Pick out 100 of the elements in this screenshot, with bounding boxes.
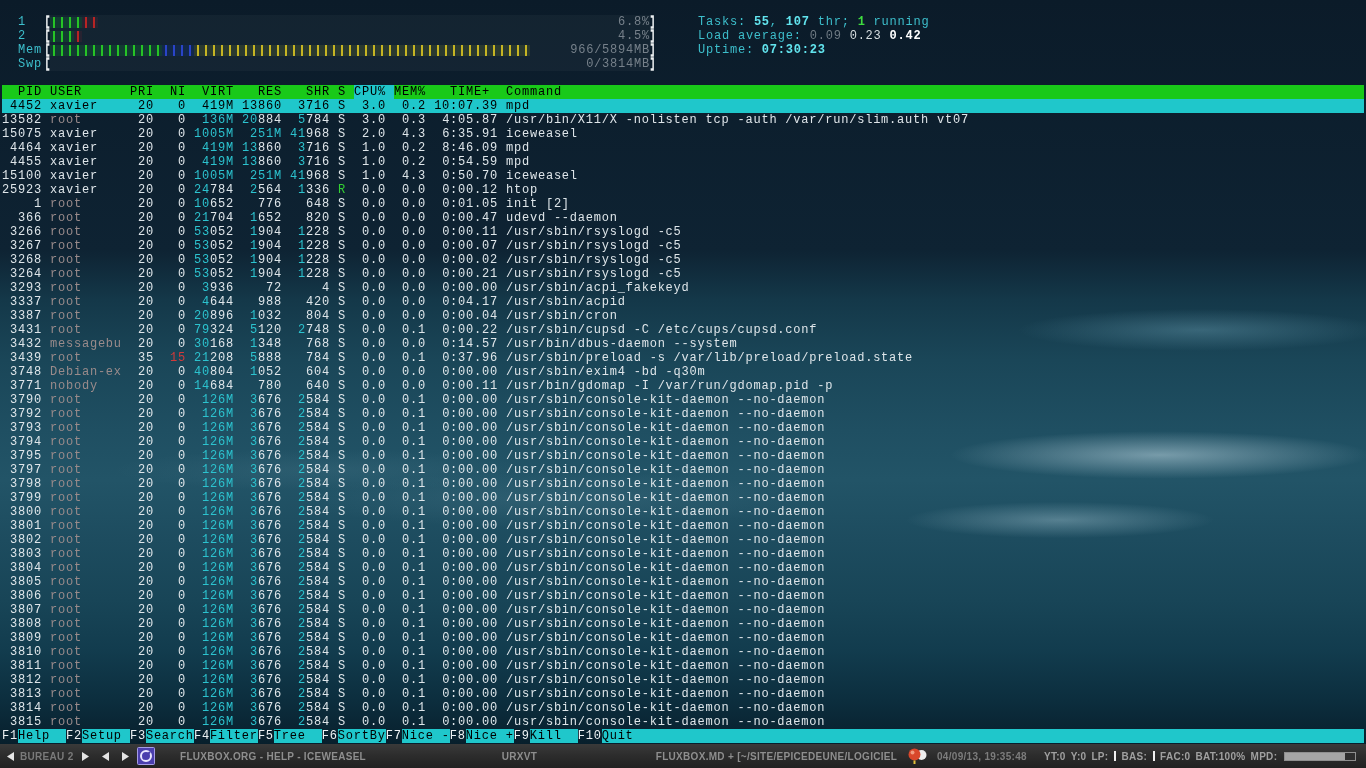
process-row[interactable]: 15100 xavier 20 0 1005M 251M 41968 S 1.0 4.3 0:50.70 iceweasel bbox=[2, 169, 1364, 183]
process-row[interactable]: 3748 Debian-ex 20 0 40804 1052 604 S 0.0 0.0 0:00.00 /usr/sbin/exim4 -bd -q30m bbox=[2, 365, 1364, 379]
column-header[interactable]: USER bbox=[50, 85, 122, 99]
state-cell: S bbox=[338, 715, 346, 729]
process-row[interactable]: 3799 root 20 0 126M 3676 2584 S 0.0 0.1 0:00.00 /usr/sbin/console-kit-daemon --no-daemon bbox=[2, 491, 1364, 505]
process-row[interactable]: 3790 root 20 0 126M 3676 2584 S 0.0 0.1 0:00.00 /usr/sbin/console-kit-daemon --no-daemon bbox=[2, 393, 1364, 407]
virtual-memory-cell-text: 126M bbox=[201, 645, 234, 659]
process-row[interactable]: 4452 xavier 20 0 419M 13860 3716 S 3.0 0.2 10:07.39 mpd bbox=[2, 99, 1364, 113]
process-row[interactable]: 3293 root 20 0 3936 72 4 S 0.0 0.0 0:00.00 /usr/sbin/acpi_fakekeyd bbox=[2, 281, 1364, 295]
function-key-button[interactable]: Help bbox=[17, 729, 66, 743]
function-key-button[interactable]: Setup bbox=[81, 729, 130, 743]
resident-memory-cell-text: 251M bbox=[249, 127, 282, 141]
function-key-button[interactable]: SortBy bbox=[337, 729, 386, 743]
process-row[interactable]: 3387 root 20 0 20896 1032 804 S 0.0 0.0 0:00.04 /usr/sbin/cron bbox=[2, 309, 1364, 323]
process-row[interactable]: 3807 root 20 0 126M 3676 2584 S 0.0 0.1 0:00.00 /usr/sbin/console-kit-daemon --no-daemon bbox=[2, 603, 1364, 617]
process-row[interactable]: 3812 root 20 0 126M 3676 2584 S 0.0 0.1 0:00.00 /usr/sbin/console-kit-daemon --no-daemon bbox=[2, 673, 1364, 687]
column-header[interactable]: VIRT bbox=[194, 85, 234, 99]
pid-cell-text: 4455 bbox=[9, 155, 42, 169]
process-row[interactable]: 3814 root 20 0 126M 3676 2584 S 0.0 0.1 0:00.00 /usr/sbin/console-kit-daemon --no-daemon bbox=[2, 701, 1364, 715]
column-header[interactable]: CPU% bbox=[354, 85, 394, 99]
right-arrow-icon[interactable] bbox=[81, 751, 89, 761]
function-key-button[interactable]: Search bbox=[145, 729, 194, 743]
process-row[interactable]: 3793 root 20 0 126M 3676 2584 S 0.0 0.1 0:00.00 /usr/sbin/console-kit-daemon --no-daemon bbox=[2, 421, 1364, 435]
state-cell: S bbox=[338, 435, 346, 449]
column-header[interactable]: TIME+ bbox=[434, 85, 498, 99]
left-arrow-icon[interactable] bbox=[101, 751, 109, 761]
column-header[interactable]: NI bbox=[162, 85, 186, 99]
window-title[interactable]: URXVT bbox=[501, 750, 538, 762]
memory-usage-cell-text: 0.1 bbox=[401, 715, 426, 729]
process-row[interactable]: 3794 root 20 0 126M 3676 2584 S 0.0 0.1 0:00.00 /usr/sbin/console-kit-daemon --no-daemon bbox=[2, 435, 1364, 449]
process-row[interactable]: 3268 root 20 0 53052 1904 1228 S 0.0 0.0 0:00.02 /usr/sbin/rsyslogd -c5 bbox=[2, 253, 1364, 267]
process-row[interactable]: 4455 xavier 20 0 419M 13860 3716 S 1.0 0.2 0:54.59 mpd bbox=[2, 155, 1364, 169]
app-icon[interactable] bbox=[137, 747, 155, 765]
process-row[interactable]: 3431 root 20 0 79324 5120 2748 S 0.0 0.1 0:00.22 /usr/sbin/cupsd -C /etc/cups/cupsd.conf bbox=[2, 323, 1364, 337]
priority-cell-text: 20 bbox=[137, 561, 154, 575]
process-row[interactable]: 25923 xavier 20 0 24784 2564 1336 R 0.0 0.0 0:00.12 htop bbox=[2, 183, 1364, 197]
process-row[interactable]: 3439 root 35 15 21208 5888 784 S 0.0 0.1 0:37.96 /usr/sbin/preload -s /var/lib/preload/preload.state bbox=[2, 351, 1364, 365]
process-row[interactable]: 3805 root 20 0 126M 3676 2584 S 0.0 0.1 0:00.00 /usr/sbin/console-kit-daemon --no-daemon bbox=[2, 575, 1364, 589]
process-row[interactable]: 3797 root 20 0 126M 3676 2584 S 0.0 0.1 0:00.00 /usr/sbin/console-kit-daemon --no-daemon bbox=[2, 463, 1364, 477]
process-row[interactable]: 4464 xavier 20 0 419M 13860 3716 S 1.0 0.2 8:46.09 mpd bbox=[2, 141, 1364, 155]
process-row[interactable]: 3266 root 20 0 53052 1904 1228 S 0.0 0.0 0:00.11 /usr/sbin/rsyslogd -c5 bbox=[2, 225, 1364, 239]
function-key-button[interactable]: Quit bbox=[601, 729, 1364, 743]
shared-memory-cell-text: 3716 bbox=[297, 99, 330, 113]
virtual-memory-cell-text: 126M bbox=[201, 617, 234, 631]
process-row[interactable]: 3267 root 20 0 53052 1904 1228 S 0.0 0.0 0:00.07 /usr/sbin/rsyslogd -c5 bbox=[2, 239, 1364, 253]
process-row[interactable]: 3800 root 20 0 126M 3676 2584 S 0.0 0.1 0:00.00 /usr/sbin/console-kit-daemon --no-daemon bbox=[2, 505, 1364, 519]
priority-cell-text: 20 bbox=[137, 393, 154, 407]
function-key-button[interactable]: Tree bbox=[273, 729, 322, 743]
process-row[interactable]: 3792 root 20 0 126M 3676 2584 S 0.0 0.1 0:00.00 /usr/sbin/console-kit-daemon --no-daemon bbox=[2, 407, 1364, 421]
process-row[interactable]: 3432 messagebu 20 0 30168 1348 768 S 0.0 0.0 0:14.57 /usr/bin/dbus-daemon --system bbox=[2, 337, 1364, 351]
function-key-button[interactable]: Kill bbox=[529, 729, 578, 743]
process-row[interactable]: 3802 root 20 0 126M 3676 2584 S 0.0 0.1 0:00.00 /usr/sbin/console-kit-daemon --no-daemon bbox=[2, 533, 1364, 547]
process-row[interactable]: 15075 xavier 20 0 1005M 251M 41968 S 2.0 4.3 6:35.91 iceweasel bbox=[2, 127, 1364, 141]
left-arrow-icon[interactable] bbox=[7, 751, 14, 761]
process-row[interactable]: 3803 root 20 0 126M 3676 2584 S 0.0 0.1 0:00.00 /usr/sbin/console-kit-daemon --no-daemon bbox=[2, 547, 1364, 561]
process-row[interactable]: 3815 root 20 0 126M 3676 2584 S 0.0 0.1 0:00.00 /usr/sbin/console-kit-daemon --no-daemon bbox=[2, 715, 1364, 729]
column-header[interactable]: Command bbox=[506, 85, 1364, 99]
window-title[interactable]: FLUXBOX.ORG - HELP - ICEWEASEL bbox=[179, 750, 366, 762]
function-key-button[interactable]: Filter bbox=[209, 729, 258, 743]
status-text: MPD: bbox=[1250, 750, 1278, 762]
column-header[interactable]: RES bbox=[242, 85, 282, 99]
column-header[interactable]: S bbox=[338, 85, 346, 99]
nice-cell-text: 0 bbox=[177, 225, 186, 239]
column-header[interactable]: PRI bbox=[130, 85, 154, 99]
process-row[interactable]: 3809 root 20 0 126M 3676 2584 S 0.0 0.1 0:00.00 /usr/sbin/console-kit-daemon --no-daemon bbox=[2, 631, 1364, 645]
column-header[interactable]: PID bbox=[2, 85, 42, 99]
process-row[interactable]: 366 root 20 0 21704 1652 820 S 0.0 0.0 0:00.47 udevd --daemon bbox=[2, 211, 1364, 225]
function-key-button[interactable]: Nice + bbox=[465, 729, 514, 743]
function-key-button[interactable]: Nice - bbox=[401, 729, 450, 743]
process-row[interactable]: 3337 root 20 0 4644 988 420 S 0.0 0.0 0:04.17 /usr/sbin/acpid bbox=[2, 295, 1364, 309]
process-row[interactable]: 1 root 20 0 10652 776 648 S 0.0 0.0 0:01.05 init [2] bbox=[2, 197, 1364, 211]
nice-cell-text: 0 bbox=[177, 589, 186, 603]
command-cell-text: mpd bbox=[506, 155, 531, 169]
nice-cell-text: 0 bbox=[177, 253, 186, 267]
memory-usage-cell-text: 0.1 bbox=[401, 421, 426, 435]
process-row[interactable]: 13582 root 20 0 136M 20884 5784 S 3.0 0.3 4:05.87 /usr/bin/X11/X -nolisten tcp -auth /var/run/slim.auth vt07 bbox=[2, 113, 1364, 127]
balloon-icon[interactable] bbox=[907, 748, 927, 764]
cpu-usage-cell-text: 0.0 bbox=[361, 715, 386, 729]
process-row[interactable]: 3264 root 20 0 53052 1904 1228 S 0.0 0.0 0:00.21 /usr/sbin/rsyslogd -c5 bbox=[2, 267, 1364, 281]
process-row[interactable]: 3808 root 20 0 126M 3676 2584 S 0.0 0.1 0:00.00 /usr/sbin/console-kit-daemon --no-daemon bbox=[2, 617, 1364, 631]
process-row[interactable]: 3811 root 20 0 126M 3676 2584 S 0.0 0.1 0:00.00 /usr/sbin/console-kit-daemon --no-daemon bbox=[2, 659, 1364, 673]
column-header[interactable]: SHR bbox=[290, 85, 330, 99]
process-row[interactable]: 3771 nobody 20 0 14684 780 640 S 0.0 0.0 0:00.11 /usr/bin/gdomap -I /var/run/gdomap.pid -p bbox=[2, 379, 1364, 393]
window-title[interactable]: FLUXBOX.MD + [~/SITE/EPICEDEUNE/LOGICIEL bbox=[655, 750, 898, 762]
process-row[interactable]: 3798 root 20 0 126M 3676 2584 S 0.0 0.1 0:00.00 /usr/sbin/console-kit-daemon --no-daemon bbox=[2, 477, 1364, 491]
process-row[interactable]: 3795 root 20 0 126M 3676 2584 S 0.0 0.1 0:00.00 /usr/sbin/console-kit-daemon --no-daemon bbox=[2, 449, 1364, 463]
clock: 04/09/13, 19:35:48 bbox=[937, 750, 1027, 762]
column-header[interactable]: MEM% bbox=[394, 85, 426, 99]
right-arrow-icon[interactable] bbox=[121, 751, 129, 761]
process-row[interactable]: 3810 root 20 0 126M 3676 2584 S 0.0 0.1 0:00.00 /usr/sbin/console-kit-daemon --no-daemon bbox=[2, 645, 1364, 659]
process-row[interactable]: 3813 root 20 0 126M 3676 2584 S 0.0 0.1 0:00.00 /usr/sbin/console-kit-daemon --no-daemon bbox=[2, 687, 1364, 701]
state-cell: S bbox=[338, 547, 346, 561]
virtual-memory-cell: 53052 bbox=[194, 239, 234, 253]
process-row[interactable]: 3806 root 20 0 126M 3676 2584 S 0.0 0.1 0:00.00 /usr/sbin/console-kit-daemon --no-daemon bbox=[2, 589, 1364, 603]
process-row[interactable]: 3801 root 20 0 126M 3676 2584 S 0.0 0.1 0:00.00 /usr/sbin/console-kit-daemon --no-daemon bbox=[2, 519, 1364, 533]
process-row[interactable]: 3804 root 20 0 126M 3676 2584 S 0.0 0.1 0:00.00 /usr/sbin/console-kit-daemon --no-daemon bbox=[2, 561, 1364, 575]
user-cell-text: xavier bbox=[50, 183, 99, 197]
state-cell: S bbox=[338, 309, 346, 323]
nice-cell-text: 0 bbox=[177, 519, 186, 533]
state-cell: S bbox=[338, 659, 346, 673]
